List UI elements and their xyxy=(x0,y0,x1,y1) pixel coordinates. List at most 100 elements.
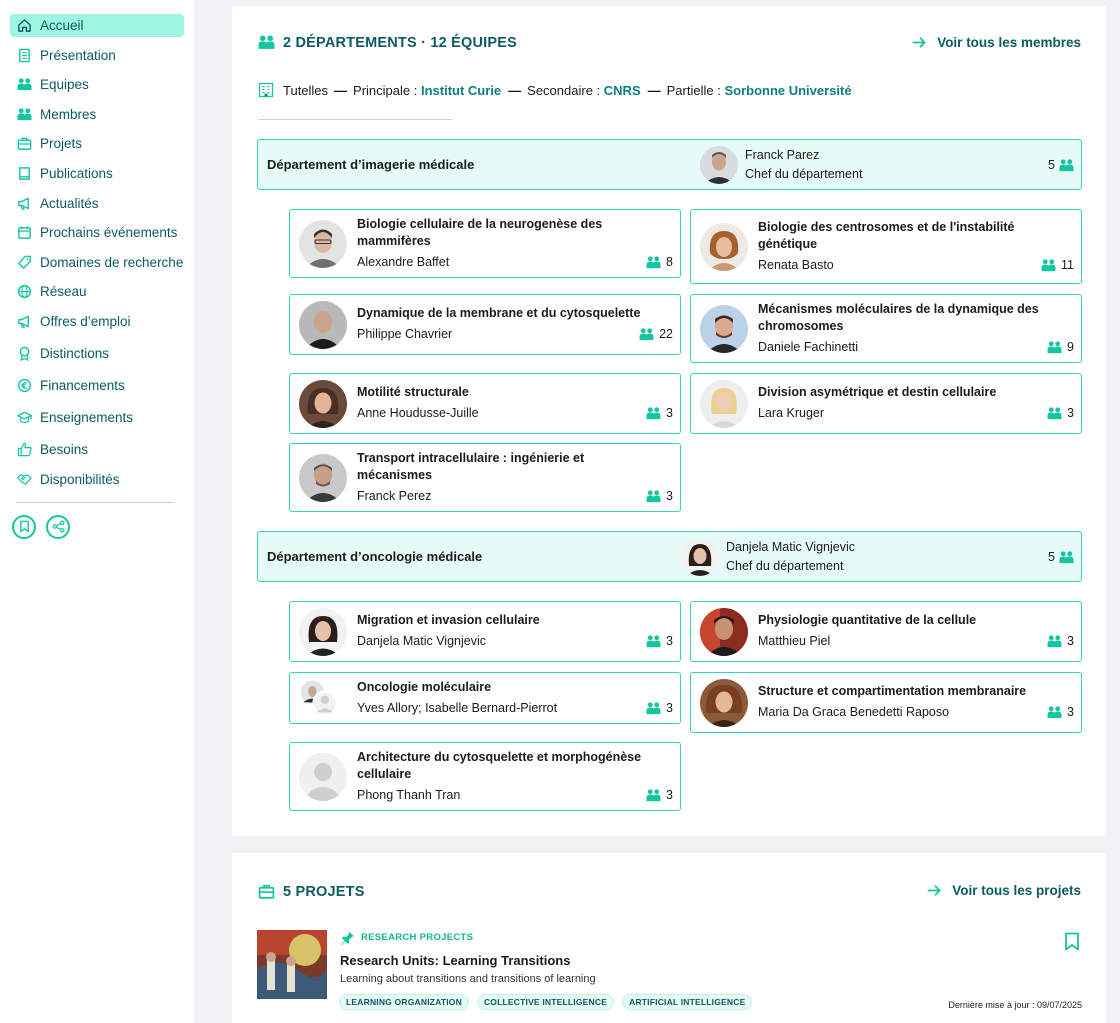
team-leader: Yves Allory; Isabelle Bernard-Pierrot xyxy=(357,701,558,715)
sidebar-item-evenements[interactable]: Prochains événements xyxy=(10,221,184,244)
tutelles-row: Tutelles — Principale : Institut Curie —… xyxy=(258,82,852,98)
divider xyxy=(258,119,452,120)
pin-icon xyxy=(340,931,354,945)
people-icon xyxy=(646,407,661,420)
sidebar-item-label: Domaines de recherche xyxy=(40,254,184,270)
team-leader: Franck Perez xyxy=(357,489,432,503)
sidebar-item-reseau[interactable]: Réseau xyxy=(10,280,184,303)
sidebar-item-projets[interactable]: Projets xyxy=(10,132,184,155)
team-title: Structure et compartimentation membranai… xyxy=(758,684,1027,698)
sidebar-item-label: Distinctions xyxy=(40,345,110,361)
sidebar-item-accueil[interactable]: Accueil xyxy=(10,14,184,37)
team-card[interactable]: Biologie des centrosomes et de l'instabi… xyxy=(690,209,1082,284)
team-card[interactable]: Transport intracellulaire : ingénierie e… xyxy=(289,443,681,512)
sidebar-item-enseignements[interactable]: Enseignements xyxy=(10,406,184,429)
sidebar-item-publications[interactable]: Publications xyxy=(10,162,184,185)
team-member-count: 11 xyxy=(1041,258,1074,272)
team-card[interactable]: Mécanismes moléculaires de la dynamique … xyxy=(690,294,1082,363)
graduation-cap-icon xyxy=(16,409,33,426)
team-card[interactable]: Migration et invasion cellulaire Danjela… xyxy=(289,601,681,662)
team-card[interactable]: Dynamique de la membrane et du cytosquel… xyxy=(289,294,681,355)
avatar xyxy=(681,538,719,576)
sidebar: Accueil Présentation Equipes Membres Pro… xyxy=(0,0,194,1023)
team-card[interactable]: Division asymétrique et destin cellulair… xyxy=(690,373,1082,434)
sidebar-item-distinctions[interactable]: Distinctions xyxy=(10,342,184,365)
project-tag[interactable]: COLLECTIVE INTELLIGENCE xyxy=(476,994,615,1010)
avatar xyxy=(700,608,748,656)
sidebar-item-membres[interactable]: Membres xyxy=(10,103,184,126)
team-card[interactable]: Physiologie quantitative de la cellule M… xyxy=(690,601,1082,662)
share-button[interactable] xyxy=(46,514,70,539)
sidebar-item-besoins[interactable]: Besoins xyxy=(10,438,184,461)
count-value: 8 xyxy=(666,255,673,269)
project-category-label: RESEARCH PROJECTS xyxy=(361,932,474,943)
award-icon xyxy=(16,345,33,362)
department-header[interactable]: Département d’imagerie médicale Franck P… xyxy=(257,139,1082,190)
department-header[interactable]: Département d’oncologie médicale Danjela… xyxy=(257,531,1082,582)
bookmark-button[interactable] xyxy=(12,514,36,539)
people-icon xyxy=(1047,407,1062,420)
people-icon xyxy=(646,789,661,802)
team-card[interactable]: Architecture du cytosquelette et morphog… xyxy=(289,742,681,811)
sidebar-item-financements[interactable]: Financements xyxy=(10,374,184,397)
project-updated-date: Dernière mise à jour : 09/07/2025 xyxy=(948,1000,1082,1010)
euro-icon xyxy=(16,377,33,394)
bookmark-icon[interactable] xyxy=(1064,932,1080,951)
sidebar-item-label: Enseignements xyxy=(40,409,134,425)
team-leader: Matthieu Piel xyxy=(758,634,831,648)
people-icon xyxy=(1059,551,1074,564)
arrow-right-icon xyxy=(927,885,941,896)
avatar xyxy=(700,380,748,428)
institut-curie-link[interactable]: Institut Curie xyxy=(421,83,501,98)
people-icon xyxy=(1047,635,1062,648)
sidebar-item-actualites[interactable]: Actualités xyxy=(10,192,184,215)
team-member-count: 3 xyxy=(1047,705,1074,719)
count-value: 3 xyxy=(666,406,673,420)
department-title: Département d’imagerie médicale xyxy=(267,157,475,172)
project-tag[interactable]: LEARNING ORGANIZATION xyxy=(339,994,469,1010)
team-title: Motilité structurale xyxy=(357,385,469,399)
sidebar-item-domaines[interactable]: Domaines de recherche xyxy=(10,251,184,274)
team-card[interactable]: Motilité structurale Anne Houdusse-Juill… xyxy=(289,373,681,434)
handshake-icon xyxy=(16,471,33,488)
team-member-count: 3 xyxy=(646,701,673,715)
people-icon xyxy=(1041,259,1056,272)
team-card[interactable]: Structure et compartimentation membranai… xyxy=(690,672,1082,733)
see-all-members-link[interactable]: Voir tous les membres xyxy=(912,35,1081,50)
project-title[interactable]: Research Units: Learning Transitions xyxy=(340,953,570,968)
team-member-count: 3 xyxy=(646,406,673,420)
team-card[interactable]: Oncologie moléculaire Yves Allory; Isabe… xyxy=(289,672,681,724)
department-chief: Danjela Matic Vignjevic Chef du départem… xyxy=(681,538,855,576)
team-leader: Philippe Chavrier xyxy=(357,327,453,341)
cnrs-link[interactable]: CNRS xyxy=(604,83,641,98)
share-icon xyxy=(52,520,64,533)
team-leader: Anne Houdusse-Juille xyxy=(357,406,479,420)
project-tag[interactable]: ARTIFICIAL INTELLIGENCE xyxy=(622,994,753,1010)
team-leader: Danjela Matic Vignjevic xyxy=(357,634,486,648)
sidebar-item-equipes[interactable]: Equipes xyxy=(10,73,184,96)
chief-name: Danjela Matic Vignjevic xyxy=(726,540,855,554)
people-icon xyxy=(646,635,661,648)
chief-role: Chef du département xyxy=(745,167,863,181)
count-value: 5 xyxy=(1048,550,1055,564)
sorbonne-link[interactable]: Sorbonne Université xyxy=(724,83,851,98)
see-all-projects-link[interactable]: Voir tous les projets xyxy=(927,883,1081,898)
sidebar-item-disponibilites[interactable]: Disponibilités xyxy=(10,468,184,491)
team-card[interactable]: Biologie cellulaire de la neurogenèse de… xyxy=(289,209,681,278)
department-team-count: 5 xyxy=(1048,550,1074,564)
bookmark-icon xyxy=(19,520,29,533)
count-value: 3 xyxy=(1067,634,1074,648)
project-item[interactable]: RESEARCH PROJECTS Research Units: Learni… xyxy=(257,930,1082,1023)
globe-icon xyxy=(16,283,33,300)
avatar xyxy=(700,146,738,184)
count-value: 3 xyxy=(666,489,673,503)
principale-label: Principale : xyxy=(353,82,418,98)
people-icon xyxy=(646,490,661,503)
people-icon xyxy=(1047,341,1062,354)
partielle-label: Partielle : xyxy=(666,82,721,98)
avatar xyxy=(299,301,347,349)
projects-heading-text: 5 PROJETS xyxy=(283,883,365,900)
sidebar-item-presentation[interactable]: Présentation xyxy=(10,44,184,67)
count-value: 9 xyxy=(1067,340,1074,354)
sidebar-item-offres[interactable]: Offres d’emploi xyxy=(10,310,184,333)
